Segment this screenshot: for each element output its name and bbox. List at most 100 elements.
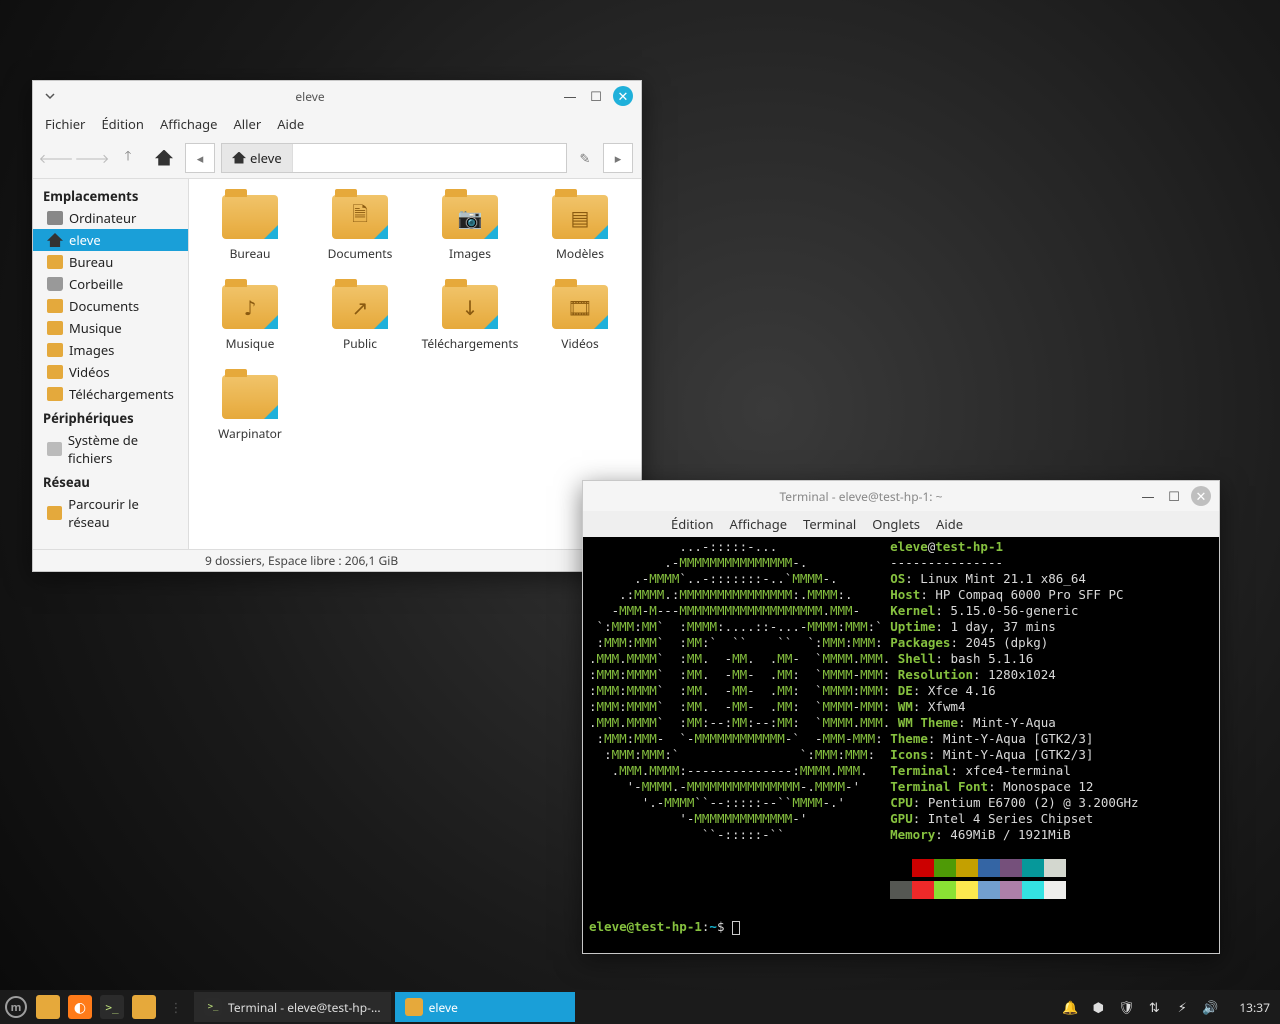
up-button[interactable]: 🡑 (113, 143, 143, 173)
launcher-terminal[interactable]: >_ (96, 991, 128, 1023)
term-menubar: Édition Affichage Terminal Onglets Aide (583, 511, 1219, 537)
start-menu-button[interactable]: m (0, 991, 32, 1023)
term-menu-onglets[interactable]: Onglets (872, 515, 920, 533)
trash-icon (47, 277, 63, 291)
sidebar-item-système-de-fichiers[interactable]: Système de fichiers (33, 429, 188, 469)
term-menu-edition[interactable]: Édition (671, 515, 714, 533)
menu-fichier[interactable]: Fichier (45, 115, 85, 133)
forward-button[interactable]: 🡒 (77, 143, 107, 173)
term-titlebar[interactable]: Terminal - eleve@test-hp-1: ~ — ☐ ✕ (583, 481, 1219, 511)
folder-icon: ▤ (552, 195, 608, 239)
sidebar-item-corbeille[interactable]: Corbeille (33, 273, 188, 295)
minimize-button[interactable]: — (1139, 487, 1157, 505)
updates-icon[interactable]: ⬢ (1089, 998, 1107, 1016)
menu-aller[interactable]: Aller (233, 115, 261, 133)
sidebar-item-label: Ordinateur (69, 209, 136, 227)
folder-images[interactable]: 📷Images (415, 195, 525, 285)
folder-icon: ↓ (442, 285, 498, 329)
sidebar-item-eleve[interactable]: eleve (33, 229, 188, 251)
folder-téléchargements[interactable]: ↓Téléchargements (415, 285, 525, 375)
folder-bureau[interactable]: Bureau (195, 195, 305, 285)
folder-icon (47, 255, 63, 269)
sidebar-item-vidéos[interactable]: Vidéos (33, 361, 188, 383)
fm-menu-icon[interactable] (41, 87, 59, 105)
folder-modèles[interactable]: ▤ Modèles (525, 195, 635, 285)
network-icon[interactable]: ⇅ (1145, 998, 1163, 1016)
folder-icon (47, 365, 63, 379)
shield-icon[interactable]: 🛡 (1117, 998, 1135, 1016)
panel-separator: ⋮ (160, 991, 192, 1023)
sidebar-item-bureau[interactable]: Bureau (33, 251, 188, 273)
menu-affichage[interactable]: Affichage (160, 115, 218, 133)
sidebar-network-header: Réseau (33, 469, 188, 493)
folder-label: Modèles (525, 245, 635, 262)
status-text: 9 dossiers, Espace libre : 206,1 GiB (205, 552, 398, 569)
fm-title: eleve (67, 88, 553, 105)
folder-musique[interactable]: ♪Musique (195, 285, 305, 375)
fm-menubar: Fichier Édition Affichage Aller Aide (33, 111, 641, 137)
path-next-button[interactable]: ▸ (603, 143, 633, 173)
folder-label: Vidéos (525, 335, 635, 352)
folder-documents[interactable]: 🗎Documents (305, 195, 415, 285)
panel-clock[interactable]: 13:37 (1229, 999, 1280, 1016)
show-desktop-button[interactable] (32, 991, 64, 1023)
close-button[interactable]: ✕ (1191, 486, 1211, 506)
maximize-button[interactable]: ☐ (1165, 487, 1183, 505)
folder-public[interactable]: ↗Public (305, 285, 415, 375)
sidebar-item-parcourir-le-réseau[interactable]: Parcourir le réseau (33, 493, 188, 533)
close-button[interactable]: ✕ (613, 86, 633, 106)
sidebar-item-label: Parcourir le réseau (68, 495, 178, 531)
sidebar-item-musique[interactable]: Musique (33, 317, 188, 339)
term-menu-aide[interactable]: Aide (936, 515, 963, 533)
home-icon (47, 233, 63, 247)
path-prev-button[interactable]: ◂ (185, 143, 215, 173)
menu-aide[interactable]: Aide (277, 115, 304, 133)
folder-icon (47, 299, 63, 313)
sidebar-item-ordinateur[interactable]: Ordinateur (33, 207, 188, 229)
menu-edition[interactable]: Édition (101, 115, 144, 133)
maximize-button[interactable]: ☐ (587, 87, 605, 105)
home-button[interactable] (149, 143, 179, 173)
launcher-firefox[interactable]: ◐ (64, 991, 96, 1023)
sidebar-item-label: Documents (69, 297, 139, 315)
launcher-files[interactable] (128, 991, 160, 1023)
term-menu-affichage[interactable]: Affichage (730, 515, 788, 533)
computer-icon (47, 211, 63, 225)
fm-titlebar[interactable]: eleve — ☐ ✕ (33, 81, 641, 111)
sidebar-devices-header: Périphériques (33, 405, 188, 429)
notifications-icon[interactable]: 🔔 (1061, 998, 1079, 1016)
fm-iconview[interactable]: Bureau🗎Documents📷Images ▤ Modèles ♪Musique↗… (189, 179, 641, 549)
terminal-icon: >_ (204, 998, 222, 1016)
edit-path-button[interactable]: ✎ (573, 143, 597, 173)
sidebar-item-documents[interactable]: Documents (33, 295, 188, 317)
folder-icon (47, 387, 63, 401)
terminal-body[interactable]: ...-:::::-... eleve@test-hp-1 .-MMMMMMMM… (583, 537, 1219, 953)
folder-vidéos[interactable]: 🎞 Vidéos (525, 285, 635, 375)
path-segment-home[interactable]: eleve (222, 144, 293, 172)
pathbar[interactable]: eleve (221, 143, 567, 173)
back-button[interactable]: 🡐 (41, 143, 71, 173)
fs-icon (47, 442, 62, 456)
taskbar-task[interactable]: >_Terminal - eleve@test-hp-... (194, 992, 391, 1022)
folder-icon: 📷 (442, 195, 498, 239)
sidebar-item-label: Vidéos (69, 363, 110, 381)
folder-icon (222, 195, 278, 239)
sidebar-item-images[interactable]: Images (33, 339, 188, 361)
file-manager-window: eleve — ☐ ✕ Fichier Édition Affichage Al… (32, 80, 642, 572)
folder-warpinator[interactable]: Warpinator (195, 375, 305, 465)
taskbar-task[interactable]: eleve (395, 992, 575, 1022)
sidebar-item-label: Images (69, 341, 114, 359)
folder-label: Documents (305, 245, 415, 262)
fm-sidebar: Emplacements OrdinateureleveBureauCorbei… (33, 179, 189, 549)
folder-label: Bureau (195, 245, 305, 262)
home-icon (232, 152, 246, 164)
volume-icon[interactable]: 🔊 (1201, 998, 1219, 1016)
folder-icon: 🎞 (552, 285, 608, 329)
folder-icon (405, 998, 423, 1016)
sidebar-item-téléchargements[interactable]: Téléchargements (33, 383, 188, 405)
minimize-button[interactable]: — (561, 87, 579, 105)
term-menu-terminal[interactable]: Terminal (803, 515, 856, 533)
sidebar-item-label: Bureau (69, 253, 113, 271)
path-label: eleve (250, 149, 282, 167)
power-icon[interactable]: ⚡ (1173, 998, 1191, 1016)
